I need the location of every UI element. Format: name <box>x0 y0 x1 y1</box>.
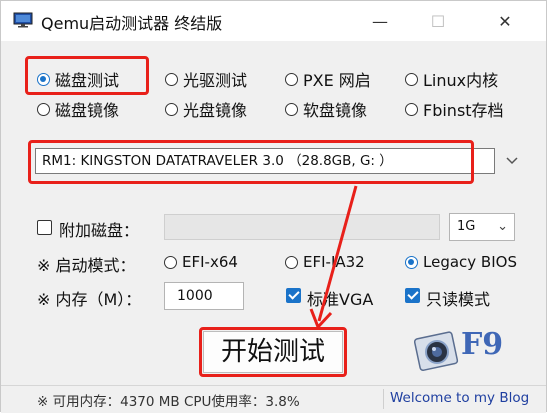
chevron-down-icon: ⌄ <box>497 219 508 234</box>
radio-cd-image[interactable]: 光盘镜像 <box>165 97 247 121</box>
maximize-icon: ☐ <box>430 11 446 31</box>
camera-logo-icon <box>413 331 459 372</box>
app-window: Qemu启动测试器 终结版 — ☐ ✕ 磁盘测试 光驱测试 PXE 网启 Lin… <box>0 0 547 413</box>
radio-circle <box>405 102 418 116</box>
radio-label: 光驱测试 <box>183 71 248 90</box>
extra-disk-size-select[interactable]: 1G ⌄ <box>449 213 515 241</box>
radio-floppy-image[interactable]: 软盘镜像 <box>285 97 367 121</box>
memory-label: ※ 内存（M）： <box>37 290 142 309</box>
radio-circle <box>285 72 298 86</box>
radio-circle <box>405 255 418 269</box>
minimize-button[interactable]: — <box>357 1 403 41</box>
highlight-box-mode <box>25 56 149 95</box>
close-icon: ✕ <box>498 11 512 31</box>
radio-circle <box>165 102 178 116</box>
window-title: Qemu启动测试器 终结版 <box>41 14 223 33</box>
status-divider <box>383 389 384 409</box>
logo-text: F9 <box>461 327 504 362</box>
radio-circle <box>164 255 177 269</box>
blog-link[interactable]: Welcome to my Blog <box>390 390 529 406</box>
highlight-box-start <box>199 327 347 377</box>
monitor-icon <box>13 12 33 28</box>
maximize-button[interactable]: ☐ <box>415 1 461 41</box>
radio-pxe-boot[interactable]: PXE 网启 <box>285 67 371 91</box>
radio-linux-kernel[interactable]: Linux内核 <box>405 67 498 91</box>
radio-circle <box>285 255 298 269</box>
radio-circle <box>165 72 178 86</box>
extra-disk-checkbox[interactable] <box>37 220 52 235</box>
chevron-down-icon[interactable] <box>501 150 523 172</box>
highlight-box-disk <box>28 140 474 184</box>
radio-cdrom-test[interactable]: 光驱测试 <box>165 67 247 91</box>
radio-fbinst-archive[interactable]: Fbinst存档 <box>405 97 504 121</box>
radio-label: 软盘镜像 <box>303 101 368 120</box>
radio-circle <box>37 102 50 116</box>
readonly-label: 只读模式 <box>426 290 491 309</box>
memory-input[interactable]: 1000 <box>164 282 244 310</box>
extra-disk-size-value: 1G <box>457 219 476 234</box>
minimize-icon: — <box>372 11 388 31</box>
annotation-arrow <box>309 185 358 329</box>
radio-label: 磁盘镜像 <box>55 101 120 120</box>
radio-label: EFI-x64 <box>182 253 238 271</box>
radio-efi-x64[interactable]: EFI-x64 <box>164 253 238 271</box>
radio-label: 光盘镜像 <box>183 101 248 120</box>
boot-mode-label: ※ 启动模式： <box>37 256 136 275</box>
standard-vga-checkbox[interactable] <box>286 288 301 303</box>
status-bar: ※ 可用内存：4370 MB CPU使用率：3.8% Welcome to my… <box>1 385 546 413</box>
radio-legacy-bios[interactable]: Legacy BIOS <box>405 253 517 271</box>
radio-disk-image[interactable]: 磁盘镜像 <box>37 97 119 121</box>
radio-label: PXE 网启 <box>303 71 371 90</box>
radio-label: Linux内核 <box>423 71 499 90</box>
readonly-checkbox[interactable] <box>405 288 420 303</box>
system-status: ※ 可用内存：4370 MB CPU使用率：3.8% <box>37 394 300 410</box>
radio-label: Fbinst存档 <box>423 101 504 120</box>
radio-circle <box>285 102 298 116</box>
radio-circle <box>405 72 418 86</box>
extra-disk-label: 附加磁盘： <box>59 221 140 240</box>
title-bar: Qemu启动测试器 终结版 — ☐ ✕ <box>1 1 546 41</box>
radio-label: Legacy BIOS <box>423 253 517 271</box>
close-button[interactable]: ✕ <box>482 1 528 41</box>
